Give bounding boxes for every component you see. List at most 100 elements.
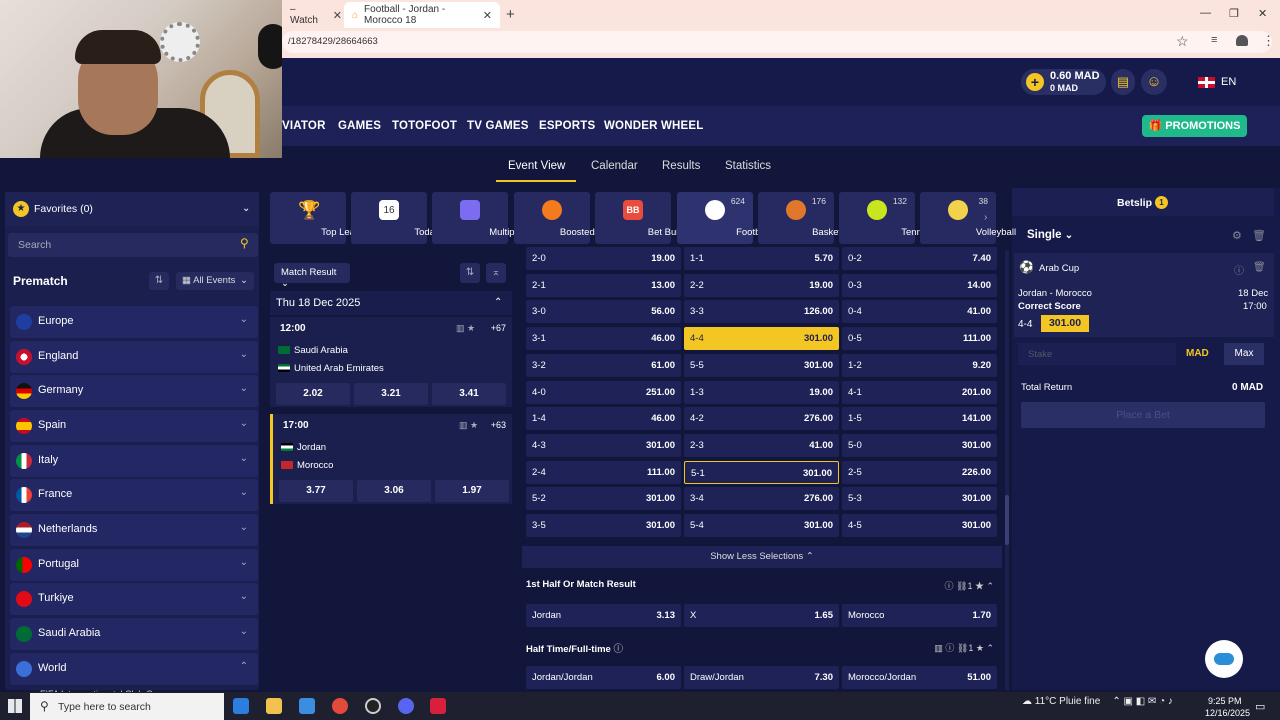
nav-games[interactable]: GAMES: [338, 120, 381, 132]
chrome-icon[interactable]: [332, 698, 348, 714]
scrollbar-thumb[interactable]: [1005, 495, 1009, 545]
sidebar-item-france[interactable]: France ⌄: [10, 479, 258, 511]
reading-list-icon[interactable]: ≡: [1211, 34, 1217, 46]
store-icon[interactable]: [299, 698, 315, 714]
close-icon[interactable]: ✕: [333, 9, 342, 22]
uk-flag-icon[interactable]: [1198, 77, 1215, 88]
correct-score-cell[interactable]: 3-2 61.00: [526, 353, 681, 377]
correct-score-cell[interactable]: 1-1 5.70: [684, 247, 839, 270]
sort-button[interactable]: ⇅: [460, 263, 480, 283]
odd-home[interactable]: 2.02: [276, 383, 350, 405]
nav-tv-games[interactable]: TV GAMES: [467, 120, 529, 132]
correct-score-cell[interactable]: 3-4 276.00: [684, 487, 839, 511]
sidebar-item-england[interactable]: England ⌄: [10, 341, 258, 373]
sidebar-item-netherlands[interactable]: Netherlands ⌄: [10, 514, 258, 546]
correct-score-cell[interactable]: 0-5 111.00: [842, 327, 997, 351]
correct-score-cell[interactable]: 4-5 301.00: [842, 514, 997, 537]
stats-icon[interactable]: ▥ ★: [459, 420, 478, 431]
correct-score-cell[interactable]: 1-4 46.00: [526, 407, 681, 431]
sport-top-league[interactable]: 🏆 Top League: [270, 192, 371, 244]
odd-cell[interactable]: Morocco 1.70: [842, 604, 997, 627]
sort-button[interactable]: ⇅: [149, 272, 169, 290]
correct-score-cell[interactable]: 2-2 19.00: [684, 273, 839, 297]
correct-score-cell[interactable]: 3-3 126.00: [684, 300, 839, 324]
filter-button[interactable]: ⌅: [486, 263, 506, 283]
all-events-select[interactable]: ▦ All Events ⌄: [176, 272, 254, 290]
correct-score-cell[interactable]: 2-5 226.00: [842, 460, 997, 484]
tray-icons[interactable]: ⌃ ▣ ◧ ✉ ◔ ♪: [1112, 696, 1173, 707]
show-less-button[interactable]: Show Less Selections ⌃: [522, 546, 1002, 568]
correct-score-cell[interactable]: 1-5 141.00: [842, 407, 997, 431]
correct-score-cell[interactable]: 2-4 111.00: [526, 460, 681, 484]
sidebar-item-portugal[interactable]: Portugal ⌄: [10, 549, 258, 581]
tab-results[interactable]: Results: [662, 160, 700, 172]
correct-score-cell[interactable]: 5-4 301.00: [684, 514, 839, 537]
profile-icon[interactable]: [1236, 35, 1248, 46]
scrollbar[interactable]: [1005, 250, 1009, 690]
correct-score-cell[interactable]: 4-3 301.00: [526, 433, 681, 457]
odd-cell[interactable]: Jordan/Jordan 6.00: [526, 666, 681, 689]
app-icon[interactable]: [430, 698, 446, 714]
tab-statistics[interactable]: Statistics: [725, 160, 771, 172]
restore-icon[interactable]: ❐: [1229, 7, 1239, 20]
correct-score-cell[interactable]: 3-1 46.00: [526, 327, 681, 351]
correct-score-cell[interactable]: 4-1 201.00: [842, 380, 997, 404]
sport-football[interactable]: 624 Football: [677, 192, 770, 244]
stats-icon[interactable]: ▥ ★: [456, 323, 475, 334]
correct-score-cell[interactable]: 3-5 301.00: [526, 514, 681, 537]
correct-score-cell[interactable]: 4-2 276.00: [684, 407, 839, 431]
chevron-right-icon[interactable]: ›: [984, 212, 987, 223]
correct-score-cell[interactable]: 2-0 19.00: [526, 247, 681, 270]
browser-tab-watch[interactable]: – Watch ✕: [290, 4, 342, 26]
odd-draw[interactable]: 3.21: [354, 383, 428, 405]
sport-tennis[interactable]: 132 Tennis: [839, 192, 929, 244]
chat-bubble-icon[interactable]: [1205, 640, 1243, 678]
more-markets[interactable]: +67: [491, 323, 506, 333]
correct-score-cell[interactable]: 0-2 7.40: [842, 247, 997, 270]
stake-input[interactable]: Stake: [1018, 343, 1176, 365]
sport-today[interactable]: 16 Today: [351, 192, 440, 244]
odd-cell[interactable]: X 1.65: [684, 604, 839, 627]
discord-icon[interactable]: [398, 698, 414, 714]
sidebar-item-europe[interactable]: Europe ⌄: [10, 306, 258, 338]
correct-score-cell[interactable]: 5-0 301.00: [842, 433, 997, 457]
tab-calendar[interactable]: Calendar: [591, 160, 638, 172]
correct-score-cell[interactable]: 5-5 301.00: [684, 353, 839, 377]
odd-cell[interactable]: Morocco/Jordan 51.00: [842, 666, 997, 689]
user-account-icon[interactable]: ☺: [1141, 69, 1167, 95]
sidebar-item-italy[interactable]: Italy ⌄: [10, 445, 258, 477]
browser-tab-active[interactable]: ⌂ Football - Jordan - Morocco 18 ✕: [344, 2, 500, 28]
add-funds-icon[interactable]: +: [1026, 73, 1044, 91]
language-selector[interactable]: EN: [1221, 76, 1236, 88]
market-header-first-half[interactable]: 1st Half Or Match Result ⓘ ⛓1 ★ ⌃: [522, 573, 1002, 597]
new-tab-icon[interactable]: +: [506, 6, 515, 23]
market-tools[interactable]: ⓘ ⛓1 ★ ⌃: [945, 579, 995, 592]
info-icon[interactable]: ⓘ: [1234, 262, 1244, 277]
max-stake-button[interactable]: Max: [1224, 343, 1264, 365]
sidebar-item-germany[interactable]: Germany ⌄: [10, 375, 258, 407]
sidebar-item-saudi-arabia[interactable]: Saudi Arabia ⌄: [10, 618, 258, 650]
chevron-down-icon[interactable]: ⌄: [242, 203, 250, 214]
close-icon[interactable]: ✕: [483, 9, 492, 22]
url-bar[interactable]: /18278429/28664663: [282, 31, 1272, 53]
sidebar-item-world[interactable]: World ⌃: [10, 653, 258, 685]
search-icon[interactable]: ⚲: [240, 236, 249, 250]
correct-score-cell[interactable]: 2-3 41.00: [684, 433, 839, 457]
sidebar-item-spain[interactable]: Spain ⌄: [10, 410, 258, 442]
sport-bet-builder[interactable]: BB Bet Builder: [595, 192, 694, 244]
nav-totofoot[interactable]: TOTOFOOT: [392, 120, 457, 132]
more-markets[interactable]: +63: [491, 420, 506, 430]
notification-icon[interactable]: ▭: [1255, 700, 1265, 713]
odd-home[interactable]: 3.77: [279, 480, 353, 502]
tab-event-view[interactable]: Event View: [508, 160, 565, 172]
my-bets-icon[interactable]: ▤: [1111, 69, 1135, 95]
market-tools[interactable]: ▥ ⓘ ⛓1 ★ ⌃: [934, 641, 994, 654]
correct-score-cell[interactable]: 0-3 14.00: [842, 273, 997, 297]
nav-aviator[interactable]: VIATOR: [282, 120, 326, 132]
copilot-icon[interactable]: [233, 698, 249, 714]
correct-score-cell[interactable]: 4-0 251.00: [526, 380, 681, 404]
close-window-icon[interactable]: ✕: [1258, 7, 1267, 20]
nav-esports[interactable]: ESPORTS: [539, 120, 595, 132]
odd-draw[interactable]: 3.06: [357, 480, 431, 502]
odd-cell[interactable]: Draw/Jordan 7.30: [684, 666, 839, 689]
